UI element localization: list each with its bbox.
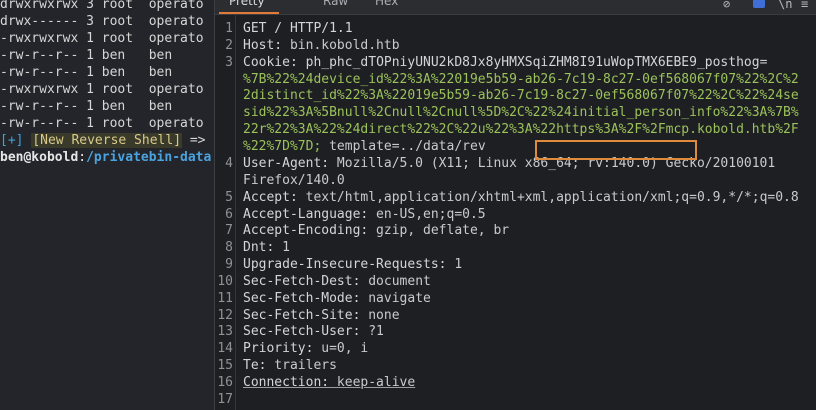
header-sec-fetch-mode: Sec-Fetch-Mode: navigate	[243, 291, 431, 306]
line-number: 4	[225, 156, 233, 171]
header-te: Te: trailers	[243, 358, 337, 373]
template-highlight-box	[535, 140, 697, 160]
ls-row: -rwxrwxrwx 1 root operato	[0, 31, 204, 46]
line-number: 5	[225, 190, 233, 205]
tab-raw[interactable]: Raw	[323, 0, 348, 8]
template-cookie: template=../data/rev	[321, 139, 486, 154]
line-number: 8	[225, 240, 233, 255]
newline-icon[interactable]: \n	[778, 0, 792, 11]
line-number: 15	[217, 358, 233, 373]
line-number: 10	[217, 274, 233, 289]
shell-status-line: [+] [New Reverse Shell] =>	[0, 133, 206, 148]
ls-row: drwxrwxrwx 3 root operato	[0, 0, 204, 12]
header-sec-fetch-site: Sec-Fetch-Site: none	[243, 308, 400, 323]
prompt-path: /privatebin-data	[86, 150, 212, 165]
header-accept-language: Accept-Language: en-US,en;q=0.5	[243, 207, 486, 222]
status-tag: [+]	[0, 133, 24, 148]
cookie-value-line: %22%7D%7D; template=../data/rev	[243, 139, 486, 154]
request-line: GET / HTTP/1.1	[243, 21, 353, 36]
header-priority: Priority: u=0, i	[243, 341, 369, 356]
line-number: 11	[217, 291, 233, 306]
line-number: 16	[217, 375, 233, 390]
cookie-value-line: sid%22%3A%5Bnull%2Cnull%2Cnull%5D%2C%22%…	[243, 105, 799, 120]
cookie-value-line: %7B%22%24device_id%22%3A%22019e5b59-ab26…	[243, 72, 799, 87]
tab-pretty[interactable]: Pretty	[229, 0, 265, 8]
view-tabs: Pretty Raw Hex ⊘ \n ≡	[215, 0, 816, 15]
line-number: 9	[225, 257, 233, 272]
line-number: 1	[225, 21, 233, 36]
header-cookie: Cookie: ph_phc_dTOPniyUNU2kD8Jx8yHMXSqiZ…	[243, 55, 768, 70]
line-number: 3	[225, 55, 233, 70]
ls-row: -rw-r--r-- 1 ben ben	[0, 48, 173, 63]
header-dnt: Dnt: 1	[243, 240, 290, 255]
header-accept-encoding: Accept-Encoding: gzip, deflate, br	[243, 223, 510, 238]
cookie-value-line: 22r%22%3A%22%24direct%22%2C%22u%22%3A%22…	[243, 122, 799, 137]
shell-prompt[interactable]: ben@kobold:/privatebin-data	[0, 150, 211, 167]
line-number: 13	[217, 324, 233, 339]
active-tab-indicator	[219, 12, 279, 14]
line-number: 7	[225, 223, 233, 238]
prompt-user: ben@kobold	[0, 150, 79, 165]
tab-hex[interactable]: Hex	[375, 0, 398, 8]
ls-row: drwx------ 3 root operato	[0, 14, 204, 29]
line-number: 6	[225, 207, 233, 222]
ls-row: -rw-r--r-- 1 ben ben	[0, 99, 173, 114]
header-host: Host: bin.kobold.htb	[243, 38, 400, 53]
header-sec-fetch-user: Sec-Fetch-User: ?1	[243, 324, 384, 339]
line-number: 17	[217, 392, 233, 407]
header-upgrade-insecure: Upgrade-Insecure-Requests: 1	[243, 257, 463, 272]
line-number: 12	[217, 308, 233, 323]
eye-slash-icon[interactable]: ⊘	[723, 0, 730, 11]
ls-row: -rw-r--r-- 1 root operato	[0, 116, 204, 131]
ls-row: -rwxrwxrwx 1 root operato	[0, 82, 204, 97]
ls-row: -rw-r--r-- 1 ben ben	[0, 65, 173, 80]
menu-icon[interactable]: ≡	[801, 0, 808, 11]
request-editor[interactable]: 1 GET / HTTP/1.1 2 Host: bin.kobold.htb …	[215, 15, 816, 410]
header-sec-fetch-dest: Sec-Fetch-Dest: document	[243, 274, 431, 289]
new-reverse-shell-badge: [New Reverse Shell]	[31, 133, 183, 148]
line-number: 2	[225, 38, 233, 53]
header-user-agent-cont: Firefox/140.0	[243, 173, 345, 188]
wrap-icon[interactable]	[753, 0, 765, 8]
cookie-value-line: 2distinct_id%22%3A%22019e5b59-ab26-7c19-…	[243, 88, 799, 103]
request-editor-panel: Pretty Raw Hex ⊘ \n ≡ 1 GET / HTTP/1.1 2…	[214, 0, 816, 410]
line-number: 14	[217, 341, 233, 356]
header-connection: Connection: keep-alive	[243, 375, 416, 390]
header-accept: Accept: text/html,application/xhtml+xml,…	[243, 190, 799, 205]
